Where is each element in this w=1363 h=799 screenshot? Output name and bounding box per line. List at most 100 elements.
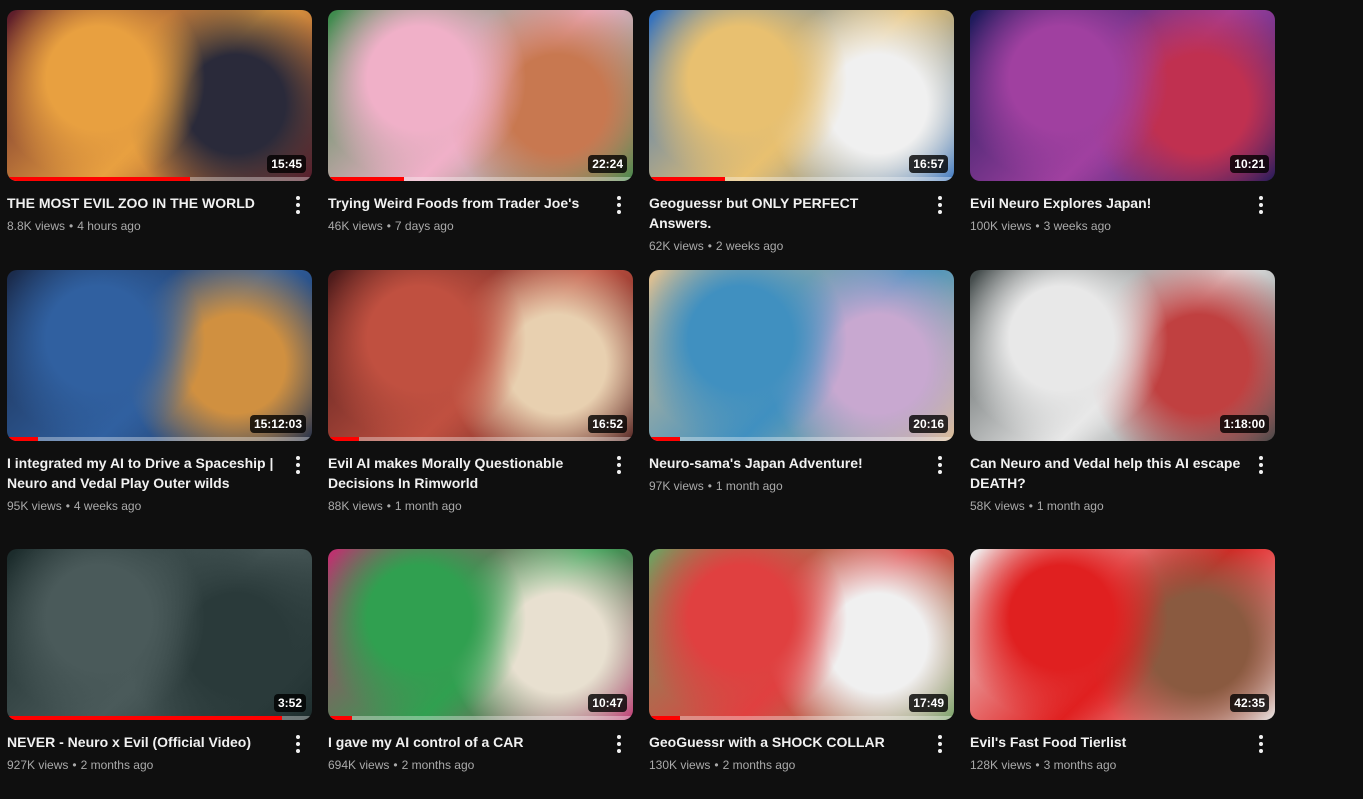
video-duration: 15:45 (267, 155, 306, 173)
video-stats: 927K views • 2 months ago (7, 756, 278, 774)
separator-dot: • (69, 219, 74, 233)
video-thumbnail[interactable]: 20:16 (649, 270, 954, 441)
video-duration: 15:12:03 (249, 415, 306, 433)
more-actions-icon[interactable] (928, 193, 952, 217)
thumbnail-art (7, 10, 312, 181)
video-stats: 694K views • 2 months ago (328, 756, 599, 774)
more-actions-icon[interactable] (286, 453, 310, 477)
upload-age: 2 months ago (80, 758, 154, 772)
upload-age: 3 weeks ago (1043, 219, 1111, 233)
thumbnail-art (649, 549, 954, 720)
video-thumbnail[interactable]: 22:24 (328, 10, 633, 181)
more-actions-icon[interactable] (1249, 453, 1273, 477)
video-card[interactable]: 10:21 Evil Neuro Explores Japan! 100K vi… (970, 10, 1275, 235)
video-meta: Evil's Fast Food Tierlist 128K views • 3 m… (970, 720, 1275, 774)
video-thumbnail[interactable]: 42:35 (970, 549, 1275, 720)
video-stats: 97K views • 1 month ago (649, 477, 920, 495)
upload-age: 4 weeks ago (73, 499, 142, 513)
video-duration: 10:47 (588, 694, 627, 712)
view-count: 927K views (7, 758, 69, 772)
video-title[interactable]: Evil Neuro Explores Japan! (970, 193, 1241, 213)
video-stats: 88K views • 1 month ago (328, 497, 599, 515)
video-duration: 22:24 (588, 155, 627, 173)
upload-age: 3 months ago (1043, 758, 1117, 772)
video-title[interactable]: Can Neuro and Vedal help this AI escape … (970, 453, 1241, 493)
video-duration: 16:52 (588, 415, 627, 433)
video-thumbnail[interactable]: 15:45 (7, 10, 312, 181)
video-meta: NEVER - Neuro x Evil (Official Video) 92… (7, 720, 312, 774)
video-thumbnail[interactable]: 10:47 (328, 549, 633, 720)
more-actions-icon[interactable] (286, 732, 310, 756)
video-title[interactable]: Evil's Fast Food Tierlist (970, 732, 1241, 752)
more-actions-icon[interactable] (607, 732, 631, 756)
video-stats: 46K views • 7 days ago (328, 217, 599, 235)
thumbnail-art (7, 549, 312, 720)
video-meta: GeoGuessr with a SHOCK COLLAR 130K views… (649, 720, 954, 774)
view-count: 88K views (328, 499, 383, 513)
video-card[interactable]: 16:52 Evil AI makes Morally Questionable… (328, 270, 633, 515)
video-card[interactable]: 20:16 Neuro-sama's Japan Adventure! 97K … (649, 270, 954, 495)
video-card[interactable]: 10:47 I gave my AI control of a CAR 694K… (328, 549, 633, 774)
video-thumbnail[interactable]: 3:52 (7, 549, 312, 720)
thumbnail-art (970, 549, 1275, 720)
more-actions-icon[interactable] (607, 193, 631, 217)
video-title[interactable]: THE MOST EVIL ZOO IN THE WORLD (7, 193, 278, 213)
video-stats: 128K views • 3 months ago (970, 756, 1241, 774)
view-count: 130K views (649, 758, 711, 772)
view-count: 100K views (970, 219, 1032, 233)
video-title[interactable]: I gave my AI control of a CAR (328, 732, 599, 752)
upload-age: 1 month ago (1036, 499, 1104, 513)
separator-dot: • (1035, 219, 1040, 233)
video-thumbnail[interactable]: 16:52 (328, 270, 633, 441)
video-meta: Can Neuro and Vedal help this AI escape … (970, 441, 1275, 515)
view-count: 694K views (328, 758, 390, 772)
separator-dot: • (386, 219, 391, 233)
video-meta: Evil AI makes Morally Questionable Decis… (328, 441, 633, 515)
more-actions-icon[interactable] (928, 453, 952, 477)
video-card[interactable]: 16:57 Geoguessr but ONLY PERFECT Answers… (649, 10, 954, 255)
upload-age: 1 month ago (394, 499, 462, 513)
video-thumbnail[interactable]: 10:21 (970, 10, 1275, 181)
upload-age: 2 weeks ago (715, 239, 784, 253)
view-count: 95K views (7, 499, 62, 513)
video-duration: 20:16 (909, 415, 948, 433)
video-duration: 10:21 (1230, 155, 1269, 173)
video-stats: 58K views • 1 month ago (970, 497, 1241, 515)
video-duration: 3:52 (273, 694, 306, 712)
more-actions-icon[interactable] (928, 732, 952, 756)
view-count: 8.8K views (7, 219, 66, 233)
video-thumbnail[interactable]: 17:49 (649, 549, 954, 720)
thumbnail-art (649, 10, 954, 181)
video-thumbnail[interactable]: 16:57 (649, 10, 954, 181)
video-meta: Geoguessr but ONLY PERFECT Answers. 62K … (649, 181, 954, 255)
video-title[interactable]: Geoguessr but ONLY PERFECT Answers. (649, 193, 920, 233)
video-duration: 42:35 (1230, 694, 1269, 712)
video-title[interactable]: I integrated my AI to Drive a Spaceship … (7, 453, 278, 493)
more-actions-icon[interactable] (1249, 732, 1273, 756)
view-count: 62K views (649, 239, 704, 253)
video-meta: THE MOST EVIL ZOO IN THE WORLD 8.8K view… (7, 181, 312, 235)
upload-age: 2 months ago (722, 758, 796, 772)
video-card[interactable]: 15:12:03 I integrated my AI to Drive a S… (7, 270, 312, 515)
video-title[interactable]: Trying Weird Foods from Trader Joe's (328, 193, 599, 213)
video-card[interactable]: 17:49 GeoGuessr with a SHOCK COLLAR 130K… (649, 549, 954, 774)
thumbnail-art (649, 270, 954, 441)
video-title[interactable]: GeoGuessr with a SHOCK COLLAR (649, 732, 920, 752)
video-thumbnail[interactable]: 15:12:03 (7, 270, 312, 441)
more-actions-icon[interactable] (1249, 193, 1273, 217)
video-card[interactable]: 42:35 Evil's Fast Food Tierlist 128K vie… (970, 549, 1275, 774)
video-card[interactable]: 15:45 THE MOST EVIL ZOO IN THE WORLD 8.8… (7, 10, 312, 235)
video-card[interactable]: 1:18:00 Can Neuro and Vedal help this AI… (970, 270, 1275, 515)
more-actions-icon[interactable] (286, 193, 310, 217)
video-thumbnail[interactable]: 1:18:00 (970, 270, 1275, 441)
video-card[interactable]: 22:24 Trying Weird Foods from Trader Joe… (328, 10, 633, 235)
video-title[interactable]: Neuro-sama's Japan Adventure! (649, 453, 920, 473)
more-actions-icon[interactable] (607, 453, 631, 477)
thumbnail-art (970, 10, 1275, 181)
upload-age: 1 month ago (715, 479, 783, 493)
separator-dot: • (386, 499, 391, 513)
video-title[interactable]: NEVER - Neuro x Evil (Official Video) (7, 732, 278, 752)
video-card[interactable]: 3:52 NEVER - Neuro x Evil (Official Vide… (7, 549, 312, 774)
video-meta: I integrated my AI to Drive a Spaceship … (7, 441, 312, 515)
video-title[interactable]: Evil AI makes Morally Questionable Decis… (328, 453, 599, 493)
